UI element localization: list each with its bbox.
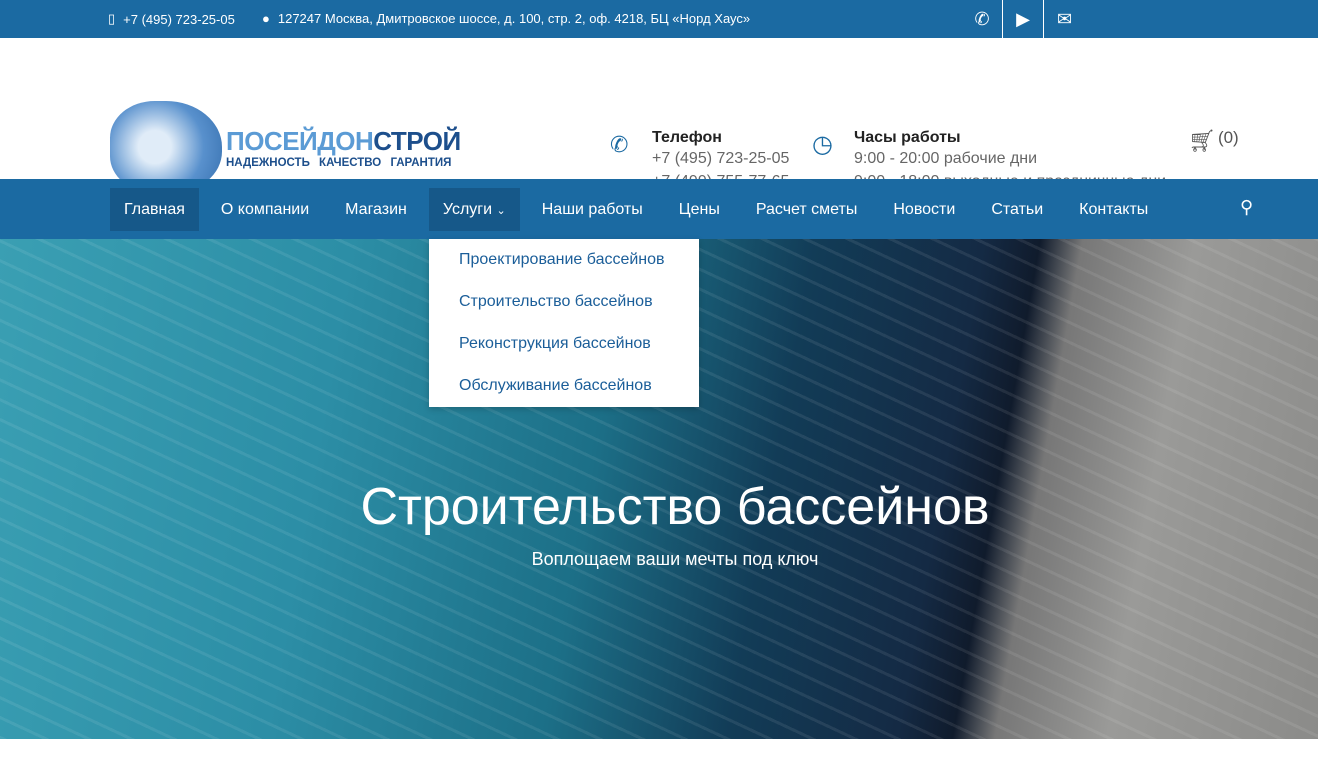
hero-subtitle: Воплощаем ваши мечты под ключ <box>531 549 819 569</box>
nav-news[interactable]: Новости <box>879 188 969 231</box>
cart-button[interactable]: 🛒︎ (0) <box>1188 128 1239 154</box>
nav-about[interactable]: О компании <box>207 188 323 231</box>
chevron-down-icon: ⌄ <box>496 204 506 217</box>
nav-contacts[interactable]: Контакты <box>1065 188 1162 231</box>
dropdown-item-design[interactable]: Проектирование бассейнов <box>429 247 699 289</box>
youtube-icon[interactable]: ▶ <box>1003 0 1044 38</box>
logo-name-light: ПОСЕЙДОН <box>226 125 374 156</box>
logo-tagline: НАДЕЖНОСТЬ КАЧЕСТВО ГАРАНТИЯ <box>226 156 452 169</box>
hours-weekdays: 9:00 - 20:00 рабочие дни <box>854 150 1038 167</box>
top-phone[interactable]: ▯ +7 (495) 723-25-05 <box>108 11 235 27</box>
header: ПОСЕЙДОНСТРОЙ НАДЕЖНОСТЬ КАЧЕСТВО ГАРАНТ… <box>0 38 1318 193</box>
hero-title: Строительство бассейнов <box>360 478 990 536</box>
cart-count: (0) <box>1217 128 1239 147</box>
nav-home[interactable]: Главная <box>110 187 199 231</box>
top-phone-text: +7 (495) 723-25-05 <box>123 11 235 27</box>
nav-services-label: Услуги <box>442 200 493 218</box>
top-bar: ▯ +7 (495) 723-25-05 ● 127247 Москва, Дмит… <box>0 0 1318 38</box>
dropdown-item-maintenance[interactable]: Обслуживание бассейнов <box>429 373 699 415</box>
map-pin-icon: ● <box>262 11 270 26</box>
mobile-icon: ▯ <box>108 11 116 26</box>
services-dropdown: Проектирование бассейнов Строительство б… <box>429 239 699 407</box>
phone-icon: ✆ <box>610 132 629 157</box>
phone-1[interactable]: +7 (495) 723-25-05 <box>652 148 789 171</box>
nav-works[interactable]: Наши работы <box>528 188 657 231</box>
clock-icon: ◷ <box>812 131 833 158</box>
phone-title: Телефон <box>652 129 722 146</box>
cart-icon: 🛒︎ <box>1188 128 1216 153</box>
mail-icon[interactable]: ✉ <box>1044 0 1085 38</box>
dropdown-item-construction[interactable]: Строительство бассейнов <box>429 289 699 331</box>
hours-title: Часы работы <box>854 129 961 146</box>
nav-articles[interactable]: Статьи <box>977 188 1057 231</box>
logo-name-dark: СТРОЙ <box>373 125 461 156</box>
search-icon[interactable]: ⚲ <box>1240 197 1253 218</box>
nav-estimate[interactable]: Расчет сметы <box>742 188 872 231</box>
top-address: ● 127247 Москва, Дмитровское шоссе, д. 10… <box>262 11 750 26</box>
whatsapp-icon[interactable]: ✆ <box>962 0 1003 38</box>
nav-services[interactable]: Услуги ⌄ <box>428 187 520 231</box>
main-nav: Главная О компании Магазин Услуги ⌄ Наши… <box>0 179 1318 239</box>
nav-shop[interactable]: Магазин <box>331 188 421 231</box>
dropdown-item-reconstruction[interactable]: Реконструкция бассейнов <box>429 331 699 373</box>
nav-prices[interactable]: Цены <box>665 188 734 231</box>
address-text: 127247 Москва, Дмитровское шоссе, д. 100… <box>277 11 751 26</box>
